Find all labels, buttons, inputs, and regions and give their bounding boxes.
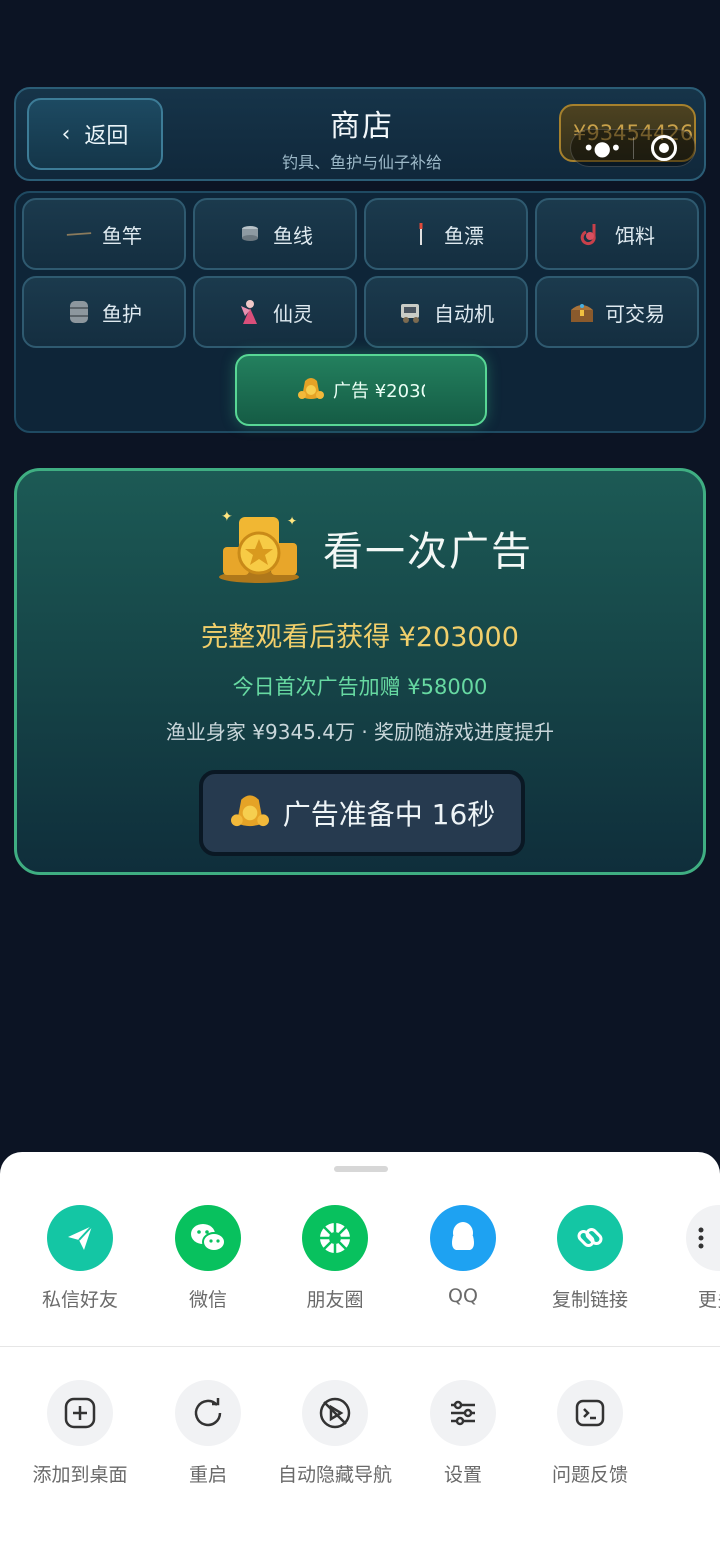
share-label: 朋友圈 — [306, 1289, 364, 1311]
sheet-drag-handle[interactable] — [334, 1166, 388, 1172]
close-miniprogram-icon[interactable] — [633, 135, 695, 161]
miniprogram-capsule: •●• — [570, 129, 696, 167]
add-icon — [47, 1380, 113, 1446]
fishing-line-spool-icon — [237, 221, 263, 247]
wechat-icon — [175, 1205, 241, 1271]
fishing-rod-icon — [66, 221, 92, 247]
category-label: 自动机 — [434, 301, 494, 326]
title-block: 商店 钓具、鱼护与仙子补给 — [196, 101, 528, 173]
sheet-divider — [0, 1346, 720, 1347]
svg-text:✦: ✦ — [221, 509, 233, 525]
ad-card-title: 看一次广告 — [323, 529, 533, 575]
more-icon — [686, 1205, 720, 1271]
category-label: 鱼竿 — [102, 223, 142, 248]
action-label: 重启 — [188, 1464, 227, 1486]
action-feedback[interactable]: 问题反馈 — [526, 1380, 654, 1487]
action-label: 问题反馈 — [551, 1464, 628, 1486]
category-label: 仙灵 — [273, 301, 313, 326]
hide-navigation-icon — [302, 1380, 368, 1446]
watch-ad-card: ✦ ✦ 看一次广告 完整观看后获得 ¥203000 今日首次广告加赠 ¥5800… — [14, 468, 706, 875]
share-copy-link[interactable]: 复制链接 — [526, 1205, 654, 1312]
watch-ad-button[interactable]: 广告准备中 16秒 — [199, 770, 525, 856]
category-label: 鱼线 — [273, 223, 313, 248]
page-title: 商店 — [330, 109, 394, 144]
share-wechat[interactable]: 微信 — [144, 1205, 272, 1312]
action-label: 设置 — [443, 1464, 482, 1486]
share-label: 复制链接 — [551, 1289, 628, 1311]
category-label: 可交易 — [605, 301, 665, 326]
watch-ad-button-label: 广告准备中 16秒 — [282, 798, 496, 831]
auto-machine-icon — [398, 299, 424, 325]
feedback-icon — [557, 1380, 623, 1446]
action-restart[interactable]: 重启 — [144, 1380, 272, 1487]
link-icon — [557, 1205, 623, 1271]
settings-icon — [430, 1380, 496, 1446]
chevron-left-icon: ‹ — [61, 121, 71, 147]
share-qq[interactable]: QQ — [399, 1205, 527, 1307]
action-label: 自动隐藏导航 — [277, 1464, 392, 1486]
share-more[interactable]: 更多 — [654, 1205, 720, 1312]
ad-bonus-text: 今日首次广告加赠 ¥58000 — [232, 675, 488, 699]
action-auto-hide-navigation[interactable]: 自动隐藏导航 — [271, 1380, 399, 1487]
treasure-chest-icon — [569, 299, 595, 325]
gold-coins-icon: ✦ ✦ — [215, 507, 303, 589]
fairy-icon — [237, 299, 263, 325]
share-private-message[interactable]: 私信好友 — [16, 1205, 144, 1312]
bait-hook-icon — [579, 221, 605, 247]
wealth-info-text: 渔业身家 ¥9345.4万 · 奖励随游戏进度提升 — [165, 720, 555, 744]
category-bait[interactable]: 饵料 — [535, 198, 699, 270]
share-label: QQ — [448, 1285, 478, 1307]
back-button-label: 返回 — [84, 124, 129, 149]
ad-card-header: ✦ ✦ 看一次广告 — [215, 507, 533, 589]
share-label: 更多 — [698, 1289, 720, 1311]
category-label: 鱼护 — [102, 301, 142, 326]
ad-reward-tab[interactable]: 广告 ¥203000 — [235, 354, 487, 426]
share-moments[interactable]: 朋友圈 — [271, 1205, 399, 1312]
category-auto-machine[interactable]: 自动机 — [364, 276, 528, 348]
coin-bag-icon — [229, 791, 271, 836]
page-subtitle: 钓具、鱼护与仙子补给 — [281, 153, 442, 172]
back-button[interactable]: ‹ 返回 — [27, 98, 163, 170]
category-line[interactable]: 鱼线 — [193, 198, 357, 270]
category-panel: 鱼竿 鱼线 鱼漂 饵料 鱼护 仙灵 自动机 可交易 广告 ¥203 — [14, 191, 706, 433]
category-rod[interactable]: 鱼竿 — [22, 198, 186, 270]
share-label: 私信好友 — [41, 1289, 118, 1311]
ad-reward-text: 完整观看后获得 ¥203000 — [201, 622, 519, 653]
bobber-icon — [408, 221, 434, 247]
send-icon — [47, 1205, 113, 1271]
category-tradable[interactable]: 可交易 — [535, 276, 699, 348]
category-label: 饵料 — [615, 223, 655, 248]
share-label: 微信 — [188, 1289, 227, 1311]
svg-text:✦: ✦ — [287, 514, 297, 528]
qq-icon — [430, 1205, 496, 1271]
action-settings[interactable]: 设置 — [399, 1380, 527, 1487]
barrel-icon — [66, 299, 92, 325]
category-fairy[interactable]: 仙灵 — [193, 276, 357, 348]
coin-bag-icon — [297, 375, 325, 406]
restart-icon — [175, 1380, 241, 1446]
more-options-icon[interactable]: •●• — [571, 136, 633, 160]
category-bobber[interactable]: 鱼漂 — [364, 198, 528, 270]
moments-icon — [302, 1205, 368, 1271]
share-bottom-sheet: 私信好友 微信 朋友圈 QQ 复制链接 更多 添加到桌面 — [0, 1152, 720, 1564]
action-label: 添加到桌面 — [32, 1464, 128, 1486]
ad-tab-label: 广告 ¥203000 — [333, 381, 425, 402]
category-keepnet[interactable]: 鱼护 — [22, 276, 186, 348]
action-add-to-desktop[interactable]: 添加到桌面 — [16, 1380, 144, 1487]
shop-header: ‹ 返回 商店 钓具、鱼护与仙子补给 ¥93454426 •●• — [14, 87, 706, 181]
category-label: 鱼漂 — [444, 223, 484, 248]
